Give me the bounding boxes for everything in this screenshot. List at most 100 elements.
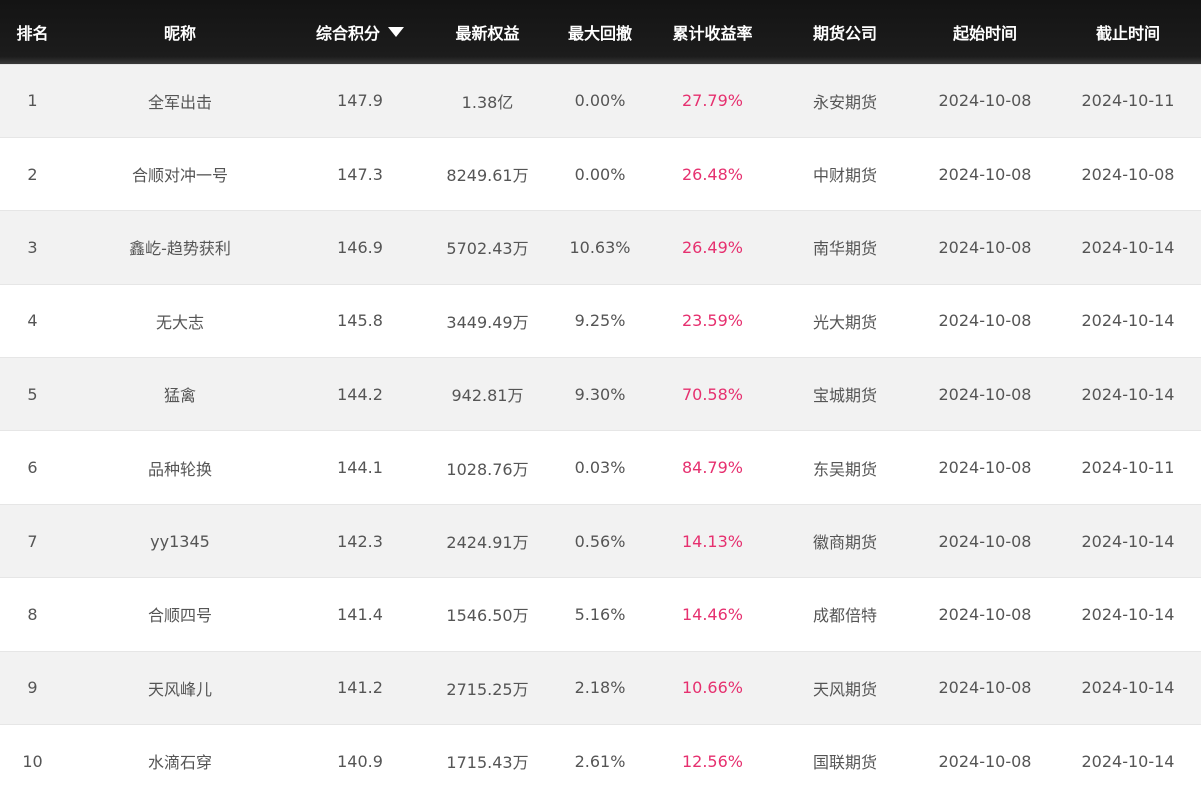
table-header: 排名 昵称 综合积分 最新权益 最大回撤 累计收益率 期货公司 起始时间 截止时…	[0, 0, 1201, 64]
cell-start-date: 2024-10-08	[915, 577, 1055, 652]
cell-score: 142.3	[295, 503, 425, 578]
header-end: 截止时间	[1095, 23, 1160, 43]
cell-start-date: 2024-10-08	[915, 63, 1055, 138]
table-row: 1 全军出击 147.9 1.38亿 0.00% 27.79% 永安期货 2024-10-08…	[0, 63, 1201, 138]
header-start: 起始时间	[952, 23, 1017, 43]
cell-end-date: 2024-10-14	[1055, 210, 1201, 285]
header-nickname: 昵称	[163, 23, 196, 43]
table-row: 8 合顺四号 141.4 1546.50万 5.16% 14.46% 成都倍特 2024-10…	[0, 577, 1201, 652]
cell-rank: 5	[0, 357, 65, 431]
header-broker: 期货公司	[812, 23, 877, 43]
cell-start-date: 2024-10-08	[915, 210, 1055, 285]
cell-rank: 1	[0, 63, 65, 138]
cell-score: 140.9	[295, 724, 425, 798]
cell-equity: 942.81万	[425, 357, 550, 431]
cell-broker: 东吴期货	[775, 430, 915, 505]
cell-return-rate: 10.66%	[650, 650, 775, 725]
cell-broker: 光大期货	[775, 283, 915, 358]
cell-score: 145.8	[295, 283, 425, 358]
cell-equity: 1028.76万	[425, 430, 550, 505]
header-row: 排名 昵称 综合积分 最新权益 最大回撤 累计收益率 期货公司 起始时间 截止时…	[0, 0, 1201, 64]
cell-nickname[interactable]: 猛禽	[65, 357, 295, 431]
cell-broker: 天风期货	[775, 650, 915, 725]
cell-broker: 南华期货	[775, 210, 915, 285]
cell-equity: 1546.50万	[425, 577, 550, 652]
table-row: 5 猛禽 144.2 942.81万 9.30% 70.58% 宝城期货 2024-10-08…	[0, 357, 1201, 431]
cell-end-date: 2024-10-08	[1055, 136, 1201, 211]
cell-nickname[interactable]: 天风峰儿	[65, 650, 295, 725]
cell-end-date: 2024-10-14	[1055, 357, 1201, 431]
cell-drawdown: 10.63%	[550, 210, 650, 285]
cell-score: 146.9	[295, 210, 425, 285]
cell-return-rate: 12.56%	[650, 724, 775, 798]
header-score[interactable]: 综合积分	[295, 0, 425, 64]
cell-equity: 8249.61万	[425, 136, 550, 211]
cell-score: 147.3	[295, 136, 425, 211]
cell-return-rate: 70.58%	[650, 357, 775, 431]
cell-drawdown: 0.00%	[550, 63, 650, 138]
cell-nickname[interactable]: 品种轮换	[65, 430, 295, 505]
cell-drawdown: 0.56%	[550, 503, 650, 578]
cell-return-rate: 27.79%	[650, 63, 775, 138]
cell-nickname[interactable]: 合顺四号	[65, 577, 295, 652]
cell-nickname[interactable]: yy1345	[65, 503, 295, 578]
cell-return-rate: 14.46%	[650, 577, 775, 652]
cell-start-date: 2024-10-08	[915, 136, 1055, 211]
cell-score: 141.4	[295, 577, 425, 652]
cell-start-date: 2024-10-08	[915, 430, 1055, 505]
table-row: 3 鑫屹-趋势获利 146.9 5702.43万 10.63% 26.49% 南华期货 202…	[0, 210, 1201, 285]
cell-end-date: 2024-10-14	[1055, 577, 1201, 652]
cell-broker: 中财期货	[775, 136, 915, 211]
table-row: 10 水滴石穿 140.9 1715.43万 2.61% 12.56% 国联期货 2024-1…	[0, 724, 1201, 798]
header-rank: 排名	[16, 23, 49, 43]
cell-drawdown: 9.25%	[550, 283, 650, 358]
cell-broker: 永安期货	[775, 63, 915, 138]
cell-end-date: 2024-10-14	[1055, 650, 1201, 725]
header-return-rate: 累计收益率	[672, 23, 753, 43]
cell-return-rate: 14.13%	[650, 503, 775, 578]
cell-broker: 国联期货	[775, 724, 915, 798]
cell-nickname[interactable]: 合顺对冲一号	[65, 136, 295, 211]
cell-start-date: 2024-10-08	[915, 724, 1055, 798]
cell-drawdown: 2.61%	[550, 724, 650, 798]
cell-start-date: 2024-10-08	[915, 503, 1055, 578]
sort-desc-caret-icon[interactable]	[388, 26, 404, 37]
cell-broker: 宝城期货	[775, 357, 915, 431]
table-row: 4 无大志 145.8 3449.49万 9.25% 23.59% 光大期货 2024-10-…	[0, 283, 1201, 358]
cell-equity: 1715.43万	[425, 724, 550, 798]
cell-rank: 7	[0, 503, 65, 578]
cell-equity: 3449.49万	[425, 283, 550, 358]
cell-end-date: 2024-10-14	[1055, 503, 1201, 578]
cell-drawdown: 0.00%	[550, 136, 650, 211]
cell-score: 144.1	[295, 430, 425, 505]
cell-nickname[interactable]: 鑫屹-趋势获利	[65, 210, 295, 285]
header-drawdown: 最大回撤	[567, 23, 632, 43]
cell-start-date: 2024-10-08	[915, 283, 1055, 358]
cell-broker: 成都倍特	[775, 577, 915, 652]
cell-drawdown: 5.16%	[550, 577, 650, 652]
cell-end-date: 2024-10-14	[1055, 283, 1201, 358]
cell-equity: 1.38亿	[425, 63, 550, 138]
table-row: 7 yy1345 142.3 2424.91万 0.56% 14.13% 徽商期货 2024-…	[0, 503, 1201, 578]
cell-score: 141.2	[295, 650, 425, 725]
header-score-label[interactable]: 综合积分	[316, 24, 380, 43]
cell-drawdown: 2.18%	[550, 650, 650, 725]
cell-nickname[interactable]: 全军出击	[65, 63, 295, 138]
cell-drawdown: 9.30%	[550, 357, 650, 431]
cell-equity: 2424.91万	[425, 503, 550, 578]
cell-end-date: 2024-10-14	[1055, 724, 1201, 798]
ranking-table: 排名 昵称 综合积分 最新权益 最大回撤 累计收益率 期货公司 起始时间 截止时…	[0, 0, 1201, 798]
cell-score: 147.9	[295, 63, 425, 138]
cell-start-date: 2024-10-08	[915, 357, 1055, 431]
cell-score: 144.2	[295, 357, 425, 431]
cell-nickname[interactable]: 水滴石穿	[65, 724, 295, 798]
cell-end-date: 2024-10-11	[1055, 430, 1201, 505]
cell-drawdown: 0.03%	[550, 430, 650, 505]
cell-return-rate: 84.79%	[650, 430, 775, 505]
cell-rank: 3	[0, 210, 65, 285]
cell-start-date: 2024-10-08	[915, 650, 1055, 725]
table-row: 6 品种轮换 144.1 1028.76万 0.03% 84.79% 东吴期货 2024-10…	[0, 430, 1201, 505]
cell-nickname[interactable]: 无大志	[65, 283, 295, 358]
cell-rank: 10	[0, 724, 65, 798]
cell-rank: 9	[0, 650, 65, 725]
